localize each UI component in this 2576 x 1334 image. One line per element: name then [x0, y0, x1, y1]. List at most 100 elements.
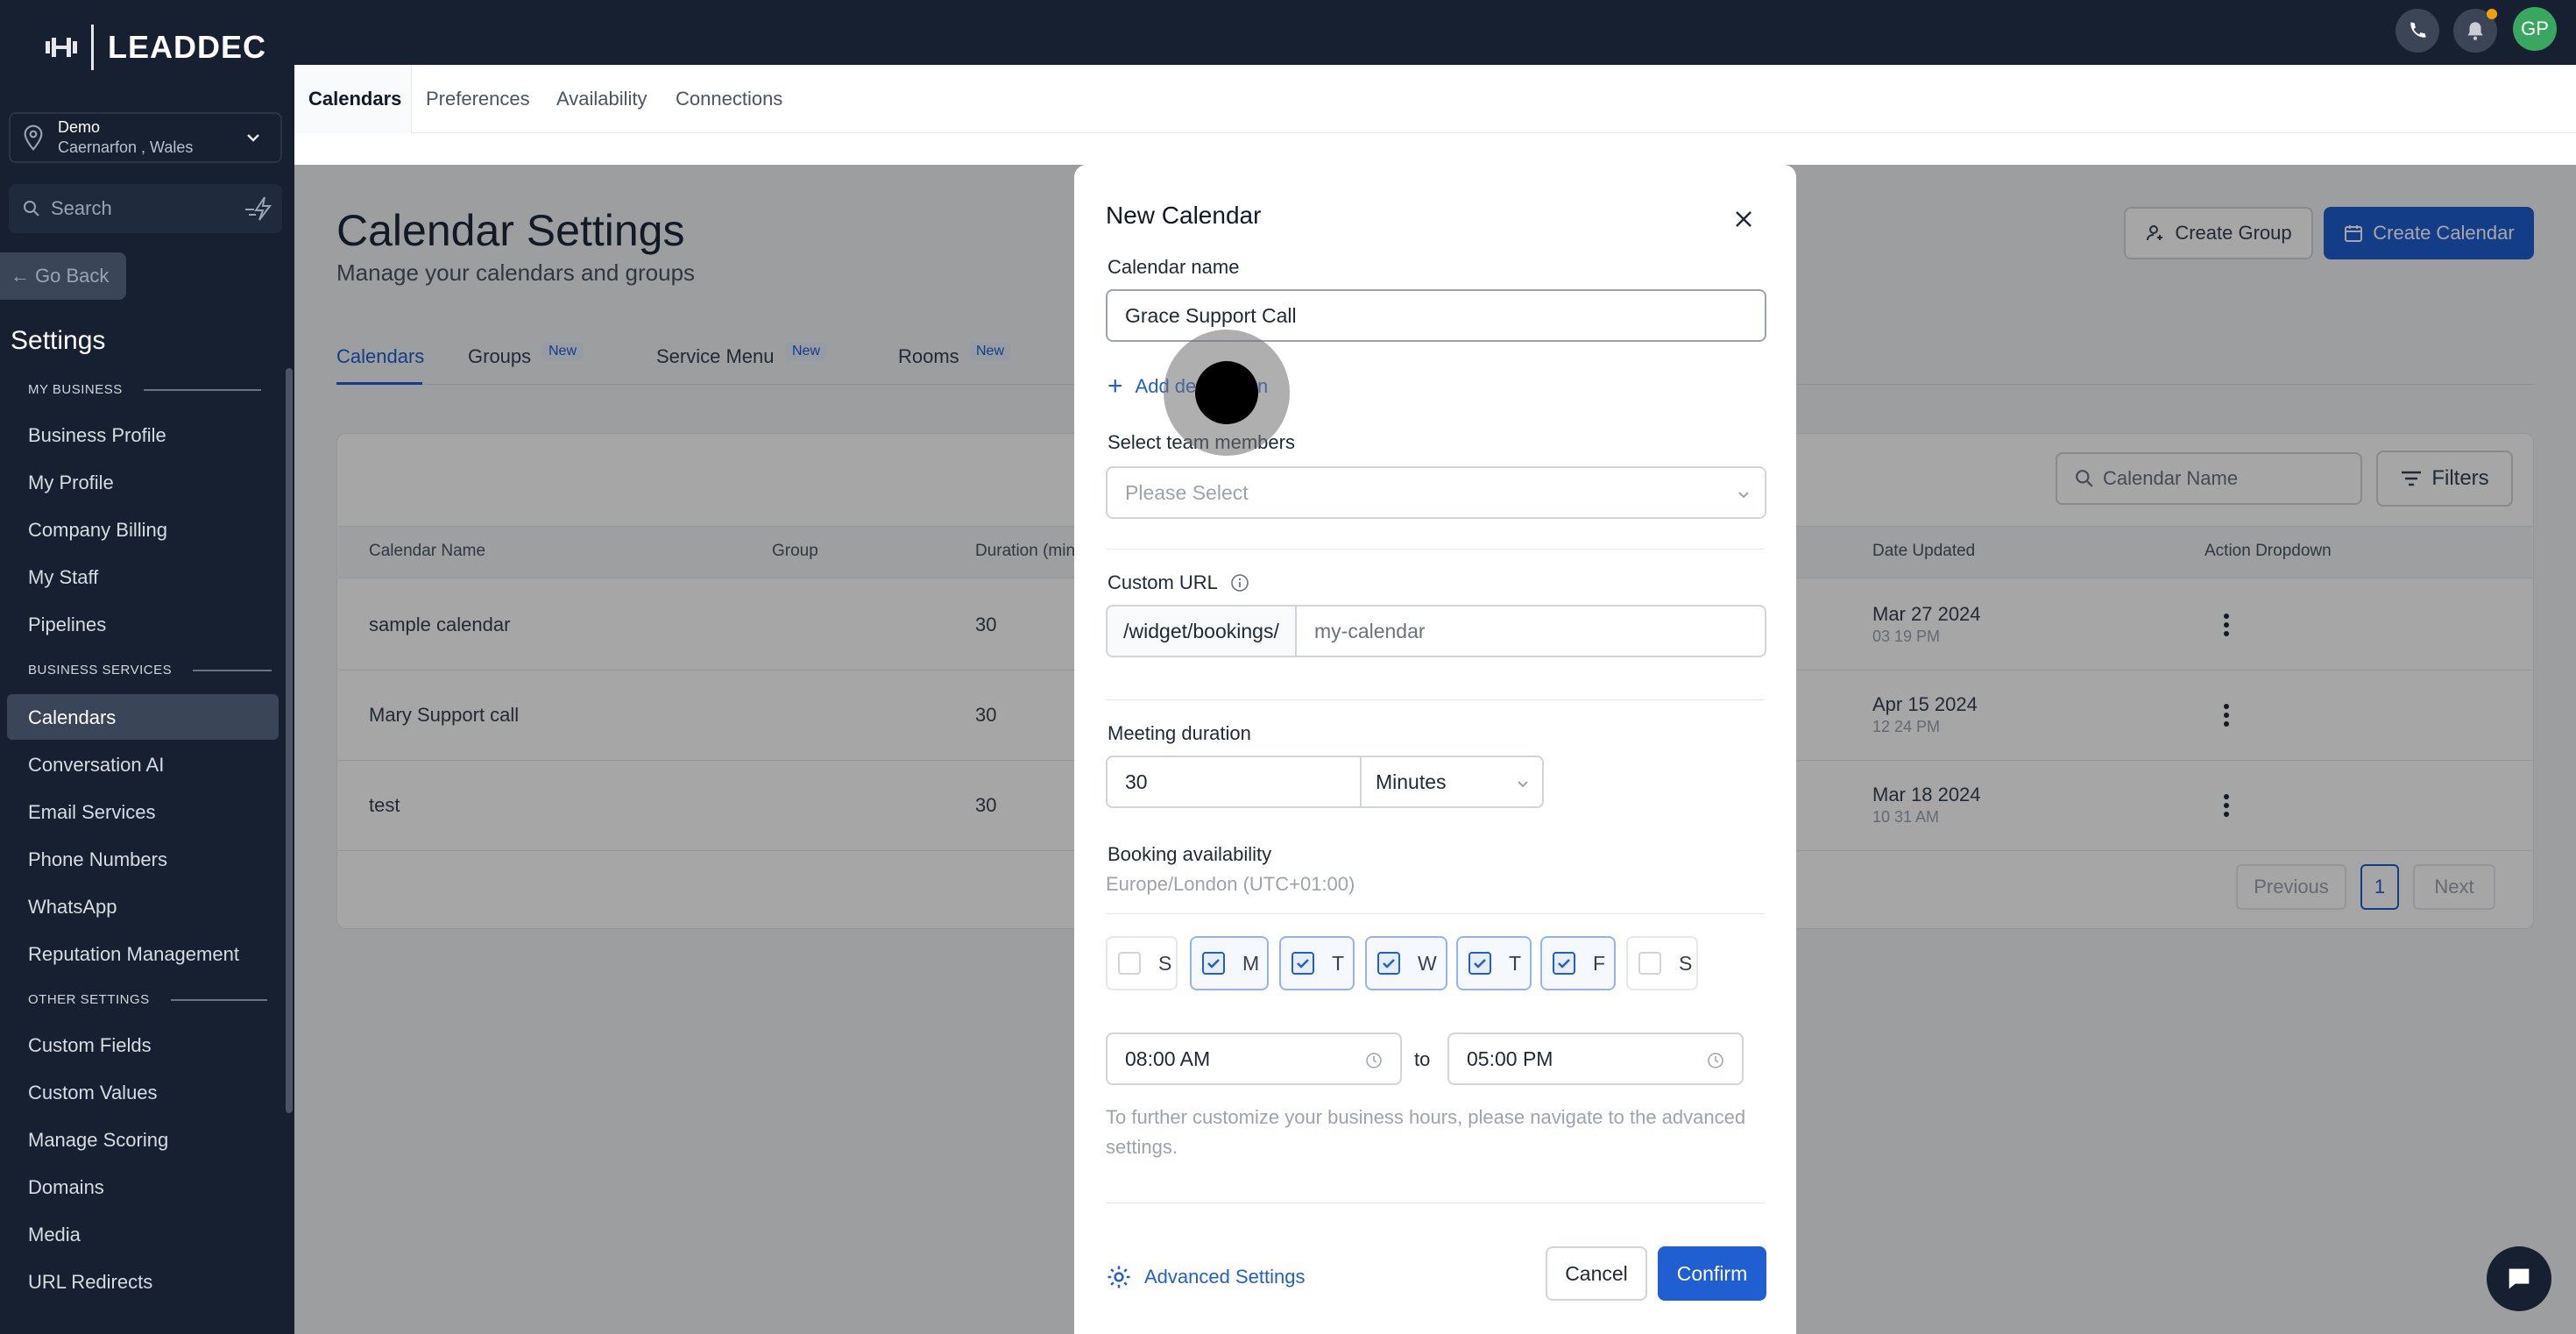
- business-hours-note: To further customize your business hours…: [1106, 1106, 1746, 1158]
- sidebar-scrollbar[interactable]: [286, 368, 293, 1113]
- phone-icon: [2410, 22, 2426, 38]
- time-range-separator: to: [1414, 1048, 1431, 1070]
- check-icon: [1558, 959, 1570, 969]
- section-label: OTHER SETTINGS: [28, 992, 150, 1007]
- day-sunday[interactable]: S: [1106, 936, 1178, 990]
- sidebar-item-conversation-ai[interactable]: Conversation AI: [28, 754, 164, 777]
- sidebar-search[interactable]: Search: [9, 184, 282, 233]
- confirm-button[interactable]: Confirm: [1658, 1246, 1766, 1301]
- sidebar-item-phone-numbers[interactable]: Phone Numbers: [28, 848, 167, 871]
- subnav-tab-availability[interactable]: Availability: [556, 88, 648, 110]
- location-switcher[interactable]: Demo Caernarfon , Wales: [9, 112, 282, 163]
- calendar-name-label: Calendar name: [1108, 256, 1240, 278]
- end-time-input[interactable]: 05:00 PM: [1447, 1032, 1744, 1085]
- day-monday[interactable]: M: [1190, 936, 1269, 990]
- subnav-tab-connections[interactable]: Connections: [676, 88, 782, 110]
- chevron-down-icon: [1518, 781, 1528, 788]
- day-label: T: [1332, 951, 1345, 975]
- bell-icon: [2467, 22, 2483, 40]
- sidebar-item-whatsapp[interactable]: WhatsApp: [28, 896, 117, 919]
- subnav-tab-preferences[interactable]: Preferences: [426, 88, 530, 110]
- quick-actions-icon[interactable]: [244, 195, 273, 222]
- subnav-tab-calendars[interactable]: Calendars: [308, 88, 401, 110]
- brand-logo[interactable]: LEADDEC: [44, 25, 266, 70]
- section-divider: [1106, 699, 1765, 700]
- duration-unit-select[interactable]: Minutes: [1360, 756, 1544, 808]
- user-avatar[interactable]: GP: [2513, 7, 2557, 51]
- checkbox-checked[interactable]: [1292, 952, 1314, 975]
- click-indicator: [1164, 330, 1290, 456]
- day-saturday[interactable]: S: [1626, 936, 1698, 990]
- section-label: MY BUSINESS: [28, 382, 123, 397]
- location-address: Caernarfon , Wales: [58, 138, 194, 156]
- sidebar-item-media[interactable]: Media: [28, 1224, 81, 1246]
- custom-url-label: Custom URL: [1108, 571, 1218, 593]
- day-label: W: [1418, 951, 1437, 975]
- brand-name: LEADDEC: [108, 29, 267, 65]
- section-my-business: MY BUSINESS: [28, 382, 261, 397]
- team-members-placeholder: Please Select: [1125, 480, 1249, 504]
- sidebar-item-my-staff[interactable]: My Staff: [28, 566, 98, 589]
- sidebar: LEADDEC Demo Caernarfon , Wales Search ←…: [0, 0, 294, 1334]
- info-icon[interactable]: [1230, 573, 1249, 592]
- close-icon[interactable]: [1733, 209, 1754, 230]
- checkbox[interactable]: [1638, 952, 1661, 975]
- day-label: F: [1593, 951, 1606, 975]
- sidebar-item-custom-values[interactable]: Custom Values: [28, 1082, 158, 1104]
- arrow-left-icon: ←: [11, 265, 30, 287]
- checkbox[interactable]: [1118, 952, 1141, 975]
- sidebar-item-url-redirects[interactable]: URL Redirects: [28, 1271, 152, 1294]
- sidebar-item-pipelines[interactable]: Pipelines: [28, 614, 106, 636]
- checkbox-checked[interactable]: [1202, 952, 1225, 975]
- advanced-settings-link[interactable]: Advanced Settings: [1106, 1264, 1305, 1290]
- team-members-select[interactable]: Please Select: [1106, 466, 1766, 519]
- settings-subnav: Calendars Preferences Availability Conne…: [294, 65, 2576, 133]
- timezone-label: Europe/London (UTC+01:00): [1106, 873, 1355, 895]
- url-prefix: /widget/bookings/: [1106, 605, 1297, 657]
- day-tuesday[interactable]: T: [1279, 936, 1355, 990]
- day-thursday[interactable]: T: [1456, 936, 1532, 990]
- sidebar-item-calendars[interactable]: Calendars: [28, 706, 116, 729]
- go-back-button[interactable]: ← Go Back: [0, 252, 126, 300]
- checkbox-checked[interactable]: [1553, 952, 1575, 975]
- section-label: BUSINESS SERVICES: [28, 663, 173, 678]
- plus-icon: +: [1108, 372, 1123, 401]
- section-business-services: BUSINESS SERVICES: [28, 663, 272, 678]
- chat-widget-button[interactable]: [2487, 1246, 2551, 1311]
- sidebar-item-business-profile[interactable]: Business Profile: [28, 424, 166, 447]
- day-label: S: [1158, 951, 1172, 975]
- checkbox-checked[interactable]: [1377, 952, 1400, 975]
- chevron-down-icon: [247, 134, 259, 142]
- duration-input[interactable]: 30: [1106, 756, 1362, 808]
- click-indicator-dot: [1195, 361, 1258, 424]
- cancel-button[interactable]: Cancel: [1546, 1246, 1647, 1301]
- check-icon: [1207, 959, 1220, 969]
- gear-icon: [1108, 1266, 1130, 1288]
- modal-title: New Calendar: [1106, 202, 1262, 229]
- custom-url-input[interactable]: my-calendar: [1295, 605, 1766, 657]
- sidebar-item-reputation-management[interactable]: Reputation Management: [28, 943, 239, 966]
- sidebar-item-custom-fields[interactable]: Custom Fields: [28, 1034, 152, 1057]
- day-wednesday[interactable]: W: [1365, 936, 1447, 990]
- new-calendar-modal: New Calendar Calendar name Grace Support…: [1074, 165, 1796, 1334]
- sidebar-item-email-services[interactable]: Email Services: [28, 801, 155, 824]
- section-divider: [1106, 549, 1765, 550]
- checkbox-checked[interactable]: [1468, 952, 1491, 975]
- day-label: S: [1679, 951, 1693, 975]
- phone-button[interactable]: [2396, 9, 2439, 53]
- sidebar-item-my-profile[interactable]: My Profile: [28, 472, 114, 494]
- sidebar-item-domains[interactable]: Domains: [28, 1176, 104, 1199]
- chat-icon: [2509, 1268, 2530, 1289]
- section-other-settings: OTHER SETTINGS: [28, 992, 267, 1007]
- top-bar: [294, 0, 2576, 65]
- start-time-input[interactable]: 08:00 AM: [1106, 1032, 1402, 1085]
- dumbbell-icon: [46, 38, 77, 57]
- check-icon: [1383, 959, 1395, 969]
- day-friday[interactable]: F: [1540, 936, 1616, 990]
- search-icon: [24, 201, 39, 216]
- meeting-duration-label: Meeting duration: [1108, 722, 1251, 744]
- section-divider: [1106, 913, 1765, 914]
- sidebar-item-manage-scoring[interactable]: Manage Scoring: [28, 1129, 168, 1152]
- sidebar-item-company-billing[interactable]: Company Billing: [28, 519, 167, 542]
- check-icon: [1297, 959, 1309, 969]
